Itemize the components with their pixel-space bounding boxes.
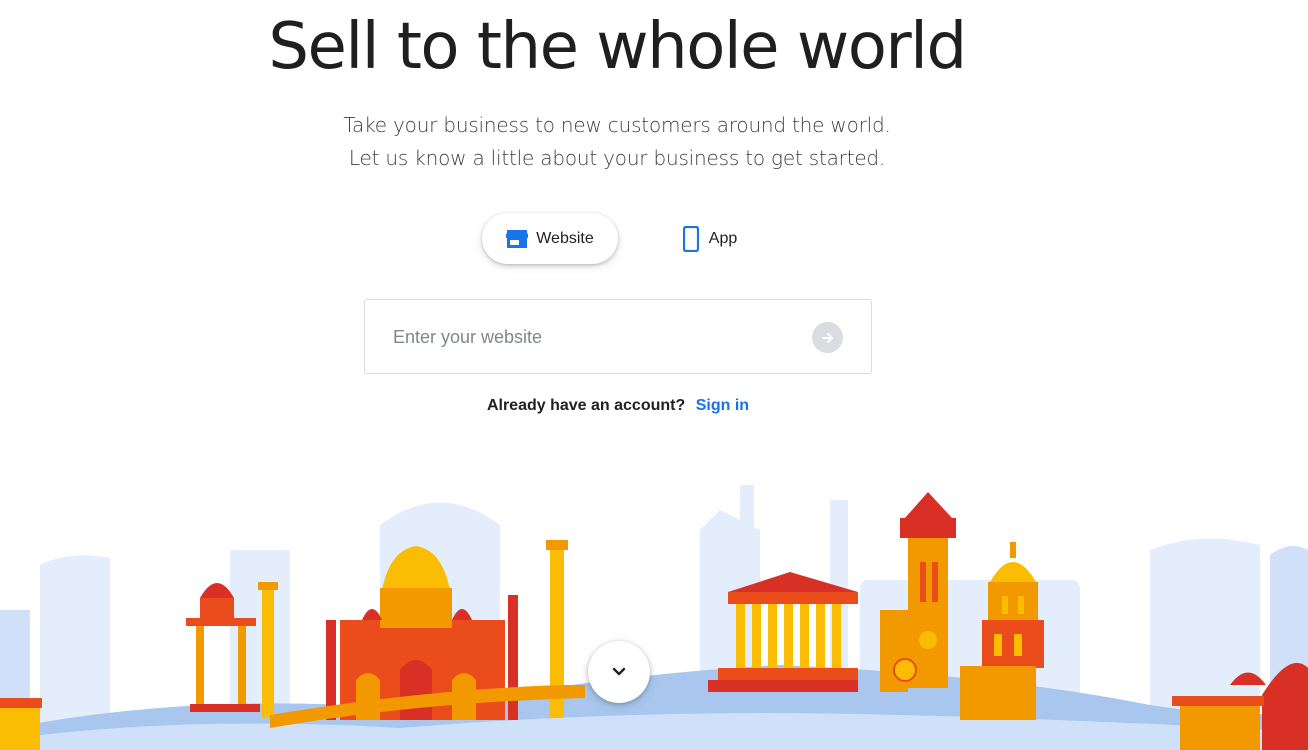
subtitle-line-2: Let us know a little about your business…	[348, 146, 886, 170]
submit-url-button[interactable]	[812, 322, 843, 353]
website-url-field	[364, 299, 872, 374]
arrow-forward-icon	[820, 330, 836, 346]
app-toggle-label: App	[708, 229, 738, 247]
website-toggle-button[interactable]: Website	[482, 213, 618, 264]
subtitle-line-1: Take your business to new customers arou…	[343, 113, 891, 137]
account-question: Already have an account?	[486, 397, 686, 414]
website-toggle-label: Website	[536, 229, 594, 247]
chevron-down-icon	[611, 667, 627, 677]
world-landmarks-illustration	[0, 485, 1308, 750]
smartphone-icon	[682, 225, 699, 252]
landing-page: Sell to the whole world Take your busine…	[0, 0, 1308, 750]
storefront-icon	[506, 229, 529, 249]
scroll-down-button[interactable]	[588, 641, 650, 703]
sign-in-link[interactable]: Sign in	[696, 397, 749, 414]
website-url-input[interactable]	[393, 324, 793, 350]
page-title: Sell to the whole world	[268, 10, 967, 84]
app-toggle-button[interactable]: App	[660, 213, 760, 264]
account-prompt: Already have an account? Sign in	[0, 397, 1236, 415]
